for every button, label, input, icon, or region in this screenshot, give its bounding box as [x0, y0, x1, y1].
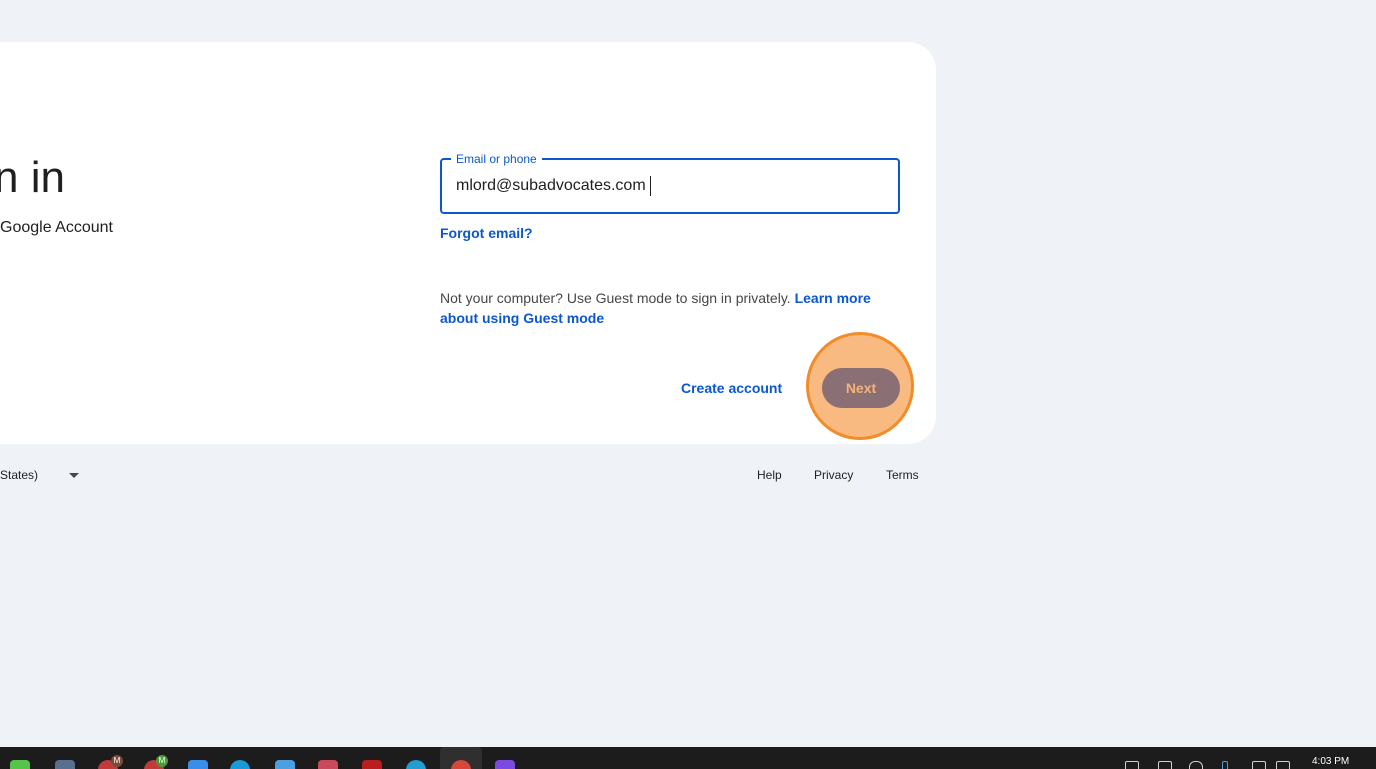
language-selector[interactable]: States) — [0, 468, 38, 482]
footer-help-link[interactable]: Help — [757, 468, 782, 482]
profile-badge: M — [111, 755, 123, 767]
tray-app-icon[interactable] — [1158, 761, 1172, 769]
file-explorer-icon[interactable] — [188, 760, 208, 769]
edge-icon[interactable] — [406, 760, 426, 769]
network-icon[interactable] — [1125, 761, 1139, 769]
text-caret — [650, 176, 651, 196]
guest-mode-note: Not your computer? Use Guest mode to sig… — [440, 288, 900, 328]
email-input[interactable] — [456, 160, 886, 212]
page-subtitle: Google Account — [0, 219, 113, 236]
dropdown-arrow-icon[interactable] — [69, 473, 79, 478]
page-title: n in — [0, 153, 65, 202]
access-icon[interactable] — [318, 760, 338, 769]
display-icon[interactable] — [1252, 761, 1266, 769]
create-account-button[interactable]: Create account — [681, 380, 782, 396]
start-icon[interactable] — [10, 760, 30, 769]
taskbar-clock[interactable]: 4:03 PM — [1312, 756, 1349, 767]
app-icon[interactable] — [495, 760, 515, 769]
footer-privacy-link[interactable]: Privacy — [814, 468, 853, 482]
next-button[interactable]: Next — [822, 368, 900, 408]
profile-badge: M — [156, 755, 168, 767]
footer-terms-link[interactable]: Terms — [886, 468, 919, 482]
guest-mode-text: Not your computer? Use Guest mode to sig… — [440, 290, 795, 306]
taskbar: M M 4:03 PM — [0, 747, 1376, 769]
volume-icon[interactable] — [1276, 761, 1290, 769]
acrobat-icon[interactable] — [362, 760, 382, 769]
email-field[interactable]: Email or phone — [440, 151, 900, 214]
pen-icon[interactable] — [1222, 761, 1228, 769]
calculator-icon[interactable] — [55, 760, 75, 769]
signin-card — [0, 42, 936, 444]
forgot-email-link[interactable]: Forgot email? — [440, 225, 533, 241]
edge-icon[interactable] — [230, 760, 250, 769]
notepad-icon[interactable] — [275, 760, 295, 769]
sync-icon[interactable] — [1189, 761, 1203, 769]
page: n in Google Account Email or phone Forgo… — [0, 0, 1376, 769]
